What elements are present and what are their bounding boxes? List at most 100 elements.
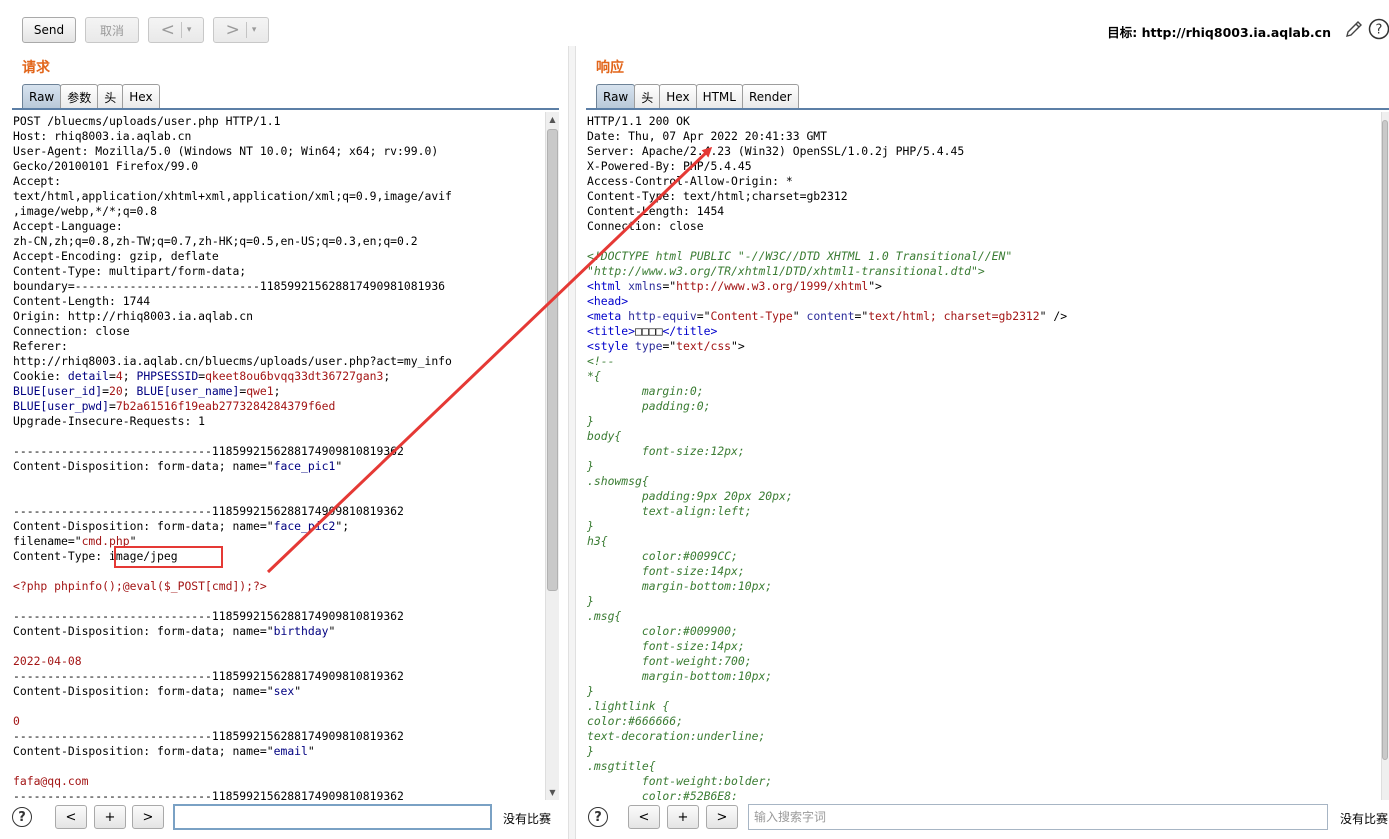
- cancel-button[interactable]: 取消: [85, 17, 139, 43]
- back-dropdown-icon[interactable]: ▾: [187, 25, 192, 35]
- response-token: Access-Control-Allow-Origin: *: [587, 174, 793, 188]
- response-token: Connection: close: [587, 219, 704, 233]
- response-token: font-size:12px;: [587, 444, 745, 458]
- request-raw-text[interactable]: POST /bluecms/uploads/user.php HTTP/1.1 H…: [12, 112, 546, 800]
- response-title: 响应: [596, 60, 624, 76]
- request-token: sex: [273, 684, 295, 698]
- response-search-next-button[interactable]: >: [706, 805, 738, 829]
- response-token: ": [792, 309, 807, 323]
- response-token: □□□□: [635, 324, 663, 338]
- panel-splitter[interactable]: [568, 46, 576, 839]
- request-token: qwe1: [246, 384, 274, 398]
- response-tab-2[interactable]: Hex: [659, 84, 697, 109]
- request-search-help-icon[interactable]: ?: [12, 807, 32, 827]
- request-tab-underline: [12, 108, 559, 110]
- response-line: font-size:14px;: [587, 639, 1381, 654]
- request-token: zh-CN,zh;q=0.8,zh-TW;q=0.7,zh-HK;q=0.5,e…: [13, 234, 418, 248]
- request-editor[interactable]: POST /bluecms/uploads/user.php HTTP/1.1 H…: [12, 112, 546, 800]
- request-line: Origin: http://rhiq8003.ia.aqlab.cn: [13, 309, 546, 324]
- request-line: Gecko/20100101 Firefox/99.0: [13, 159, 546, 174]
- response-line: <meta http-equiv="Content-Type" content=…: [587, 309, 1381, 324]
- response-scrollbar[interactable]: [1381, 112, 1389, 800]
- response-tab-3[interactable]: HTML: [695, 84, 743, 109]
- response-line: }: [587, 414, 1381, 429]
- request-token: face_pic2: [273, 519, 336, 533]
- response-search-prev-button[interactable]: <: [628, 805, 660, 829]
- response-token: <meta: [587, 309, 629, 323]
- response-token: http://www.w3.org/1999/xhtml: [676, 279, 869, 293]
- request-line: Content-Disposition: form-data; name="fa…: [13, 459, 546, 474]
- response-line: }: [587, 519, 1381, 534]
- response-token: font-weight:700;: [587, 654, 752, 668]
- response-token: =": [854, 309, 869, 323]
- send-button[interactable]: Send: [22, 17, 76, 43]
- request-line: 2022-04-08: [13, 654, 546, 669]
- request-search-next-button[interactable]: >: [132, 805, 164, 829]
- request-search-add-button[interactable]: +: [94, 805, 126, 829]
- request-token: fafa@qq.com: [13, 774, 89, 788]
- request-tab-2[interactable]: 头: [97, 84, 124, 109]
- response-token: <style: [587, 339, 636, 353]
- pencil-icon[interactable]: [1343, 18, 1365, 40]
- response-editor[interactable]: HTTP/1.1 200 OK Date: Thu, 07 Apr 2022 20…: [586, 112, 1381, 800]
- response-token: .showmsg{: [587, 474, 649, 488]
- request-search-input[interactable]: [173, 804, 492, 830]
- request-token: Upgrade-Insecure-Requests: 1: [13, 414, 206, 428]
- back-button[interactable]: < ▾: [148, 17, 204, 43]
- response-search-input[interactable]: [748, 804, 1328, 830]
- response-match-count: 没有比赛: [1340, 812, 1389, 826]
- response-line: HTTP/1.1 200 OK: [587, 114, 1381, 129]
- response-scroll-thumb[interactable]: [1382, 120, 1388, 760]
- request-token: Content-Disposition: form-data; name=": [13, 519, 274, 533]
- request-scrollbar[interactable]: ▲ ▼: [545, 112, 559, 800]
- request-token: ": [307, 744, 315, 758]
- request-token: birthday: [273, 624, 329, 638]
- request-search-prev-button[interactable]: <: [55, 805, 87, 829]
- response-search-help-icon[interactable]: ?: [588, 807, 608, 827]
- response-line: padding:9px 20px 20px;: [587, 489, 1381, 504]
- help-icon[interactable]: ?: [1368, 18, 1389, 40]
- request-token: detail: [67, 369, 110, 383]
- request-token: BLUE[user_name]: [136, 384, 240, 398]
- forward-dropdown-icon[interactable]: ▾: [252, 25, 257, 35]
- response-token: }: [587, 594, 594, 608]
- request-scroll-thumb[interactable]: [547, 129, 558, 591]
- request-token: 0: [13, 714, 20, 728]
- response-token: color:#52B6E8;: [587, 789, 738, 800]
- response-line: h3{: [587, 534, 1381, 549]
- request-line: Accept-Language:: [13, 219, 546, 234]
- request-tab-3[interactable]: Hex: [122, 84, 160, 109]
- request-line: Content-Disposition: form-data; name="bi…: [13, 624, 546, 639]
- request-token: -----------------------------11859921562…: [13, 444, 404, 458]
- response-token: =": [696, 309, 711, 323]
- scroll-up-icon[interactable]: ▲: [546, 112, 559, 127]
- forward-button-separator: [245, 22, 247, 38]
- response-line: Access-Control-Allow-Origin: *: [587, 174, 1381, 189]
- request-line: [13, 699, 546, 714]
- request-token: Referer:: [13, 339, 68, 353]
- scroll-down-icon[interactable]: ▼: [546, 785, 559, 800]
- request-token: http://rhiq8003.ia.aqlab.cn/bluecms/uplo…: [13, 354, 452, 368]
- response-tab-4[interactable]: Render: [741, 84, 799, 109]
- request-token: ": [335, 459, 343, 473]
- response-tab-1[interactable]: 头: [634, 84, 661, 109]
- request-token: ": [294, 684, 302, 698]
- response-token: text/html; charset=gb2312: [868, 309, 1040, 323]
- request-token: User-Agent: Mozilla/5.0 (Windows NT 10.0…: [13, 144, 439, 158]
- response-raw-text[interactable]: HTTP/1.1 200 OK Date: Thu, 07 Apr 2022 20…: [586, 112, 1381, 800]
- request-line: Accept:: [13, 174, 546, 189]
- request-tab-1[interactable]: 参数: [60, 84, 99, 109]
- response-token: <!--: [587, 354, 615, 368]
- request-line: BLUE[user_pwd]=7b2a61516f19eab2773284284…: [13, 399, 546, 414]
- request-token: ;: [122, 369, 137, 383]
- request-token: PHPSESSID: [136, 369, 199, 383]
- request-tab-0[interactable]: Raw: [22, 84, 62, 109]
- request-line: BLUE[user_id]=20; BLUE[user_name]=qwe1;: [13, 384, 546, 399]
- forward-button[interactable]: > ▾: [213, 17, 269, 43]
- request-line: User-Agent: Mozilla/5.0 (Windows NT 10.0…: [13, 144, 546, 159]
- response-line: Content-Length: 1454: [587, 204, 1381, 219]
- response-search-add-button[interactable]: +: [667, 805, 699, 829]
- response-tab-0[interactable]: Raw: [596, 84, 636, 109]
- response-line: X-Powered-By: PHP/5.4.45: [587, 159, 1381, 174]
- request-line: Accept-Encoding: gzip, deflate: [13, 249, 546, 264]
